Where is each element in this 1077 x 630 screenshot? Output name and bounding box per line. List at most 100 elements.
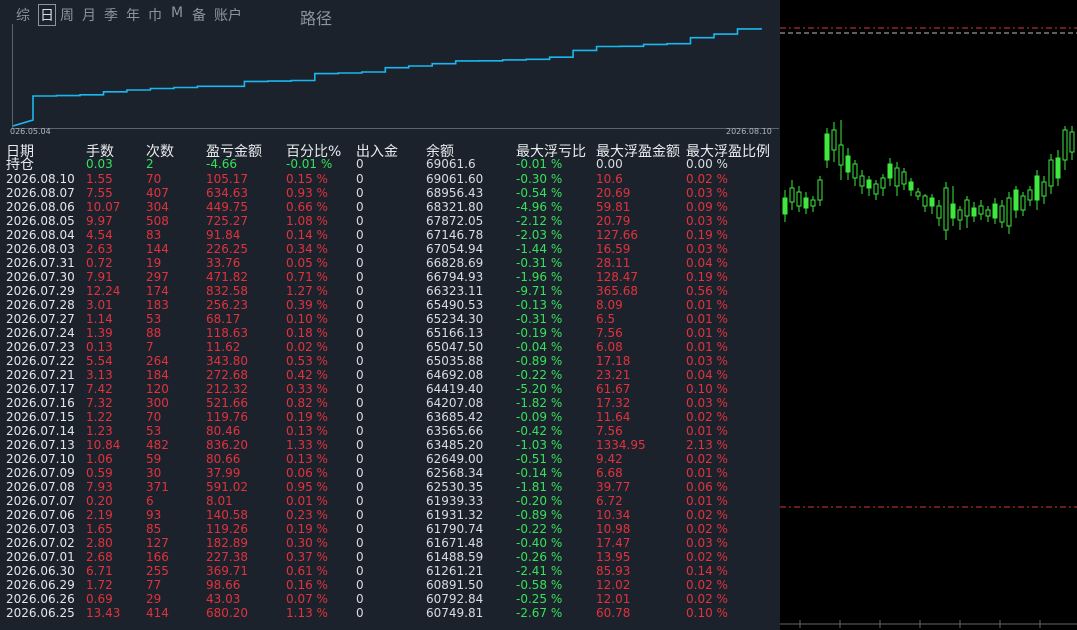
cell-7: -2.03 % (516, 228, 563, 242)
tab-3[interactable]: 月 (82, 5, 96, 25)
tab-8[interactable]: 备 (192, 5, 206, 25)
cell-1: 0.20 (86, 494, 113, 508)
candlestick-chart[interactable] (780, 0, 1077, 630)
cell-7: -0.31 % (516, 312, 563, 326)
cell-1: 7.42 (86, 382, 113, 396)
candle-body-21 (929, 197, 935, 207)
cell-6: 65047.50 (426, 340, 484, 354)
tab-2[interactable]: 周 (60, 5, 74, 25)
tab-4[interactable]: 季 (104, 5, 118, 25)
cell-3: 272.68 (206, 368, 248, 382)
cell-8: 8.09 (596, 298, 623, 312)
cell-2: 508 (146, 214, 169, 228)
tab-9[interactable]: 账户 (214, 5, 242, 25)
cell-3: 33.76 (206, 256, 241, 270)
cell-3: 105.17 (206, 172, 248, 186)
tab-6[interactable]: 巾 (148, 5, 162, 25)
cell-1: 12.24 (86, 284, 121, 298)
cell-5: 0 (356, 508, 364, 522)
cell-1: 6.71 (86, 564, 113, 578)
cell-0: 2026.07.27 (6, 312, 75, 326)
tab-7[interactable]: M (171, 5, 183, 21)
cell-9: 0.00 % (686, 157, 728, 171)
daily-report-panel: 综日周月季年巾 M 备账户 路径 026.05.04 2026.08.10 日期 手数… (0, 0, 780, 630)
cell-8: 10.6 (596, 172, 623, 186)
cell-7: -0.31 % (516, 256, 563, 270)
cell-1: 3.13 (86, 368, 113, 382)
cell-8: 6.08 (596, 340, 623, 354)
cell-3: 80.46 (206, 424, 241, 438)
cell-2: 414 (146, 606, 169, 620)
cell-1: 0.03 (86, 157, 113, 171)
tab-1[interactable]: 日 (38, 4, 56, 26)
cell-5: 0 (356, 578, 364, 592)
cell-4: 0.01 % (286, 494, 328, 508)
cell-3: 43.03 (206, 592, 241, 606)
candle-body-37 (1041, 181, 1047, 197)
cell-4: 1.33 % (286, 438, 328, 452)
cell-9: 0.19 % (686, 228, 728, 242)
cell-2: 53 (146, 424, 162, 438)
cell-2: 300 (146, 396, 169, 410)
cell-9: 0.02 % (686, 410, 728, 424)
cell-6: 64207.08 (426, 396, 484, 410)
cell-9: 0.01 % (686, 424, 728, 438)
cell-0: 2026.07.03 (6, 522, 75, 536)
cell-8: 17.47 (596, 536, 631, 550)
cell-0: 2026.07.02 (6, 536, 75, 550)
cell-6: 61931.32 (426, 508, 484, 522)
cell-8: 13.95 (596, 550, 631, 564)
tab-0[interactable]: 综 (16, 5, 30, 25)
cell-8: 17.32 (596, 396, 631, 410)
cell-0: 2026.07.30 (6, 270, 75, 284)
cell-5: 0 (356, 466, 364, 480)
cell-6: 66794.93 (426, 270, 484, 284)
cell-0: 持仓 (6, 157, 34, 173)
cell-5: 0 (356, 200, 364, 214)
cell-4: 0.66 % (286, 200, 328, 214)
cell-1: 2.19 (86, 508, 113, 522)
cell-9: 0.06 % (686, 480, 728, 494)
candle-body-41 (1069, 131, 1075, 153)
cell-2: 183 (146, 298, 169, 312)
cell-3: 226.25 (206, 242, 248, 256)
cell-7: -0.42 % (516, 424, 563, 438)
cell-7: -0.22 % (516, 522, 563, 536)
cell-2: 29 (146, 592, 162, 606)
cell-0: 2026.08.06 (6, 200, 75, 214)
cell-4: 0.61 % (286, 564, 328, 578)
cell-8: 28.11 (596, 256, 631, 270)
candle-body-7 (831, 129, 837, 151)
cell-1: 9.97 (86, 214, 113, 228)
cell-9: 2.13 % (686, 438, 728, 452)
cell-7: -0.89 % (516, 508, 563, 522)
cell-0: 2026.07.21 (6, 368, 75, 382)
cell-2: 184 (146, 368, 169, 382)
cell-5: 0 (356, 326, 364, 340)
cell-9: 0.01 % (686, 326, 728, 340)
cell-4: 0.10 % (286, 312, 328, 326)
cell-1: 4.54 (86, 228, 113, 242)
cell-9: 0.01 % (686, 298, 728, 312)
cell-6: 65166.13 (426, 326, 484, 340)
cell-6: 65234.30 (426, 312, 484, 326)
cell-3: 80.66 (206, 452, 241, 466)
cell-3: 343.80 (206, 354, 248, 368)
tab-5[interactable]: 年 (126, 5, 140, 25)
cell-2: 6 (146, 494, 154, 508)
cell-2: 174 (146, 284, 169, 298)
cell-1: 10.84 (86, 438, 121, 452)
cell-1: 0.59 (86, 466, 113, 480)
cell-4: 0.05 % (286, 256, 328, 270)
cell-6: 67146.78 (426, 228, 484, 242)
cell-3: 369.71 (206, 564, 248, 578)
candle-body-25 (957, 209, 963, 221)
candle-body-15 (887, 163, 893, 179)
cell-3: 91.84 (206, 228, 241, 242)
cell-9: 0.02 % (686, 550, 728, 564)
cell-8: 20.69 (596, 186, 631, 200)
candle-body-40 (1062, 129, 1068, 161)
cell-1: 0.72 (86, 256, 113, 270)
cell-7: -9.71 % (516, 284, 563, 298)
cell-9: 0.09 % (686, 200, 728, 214)
